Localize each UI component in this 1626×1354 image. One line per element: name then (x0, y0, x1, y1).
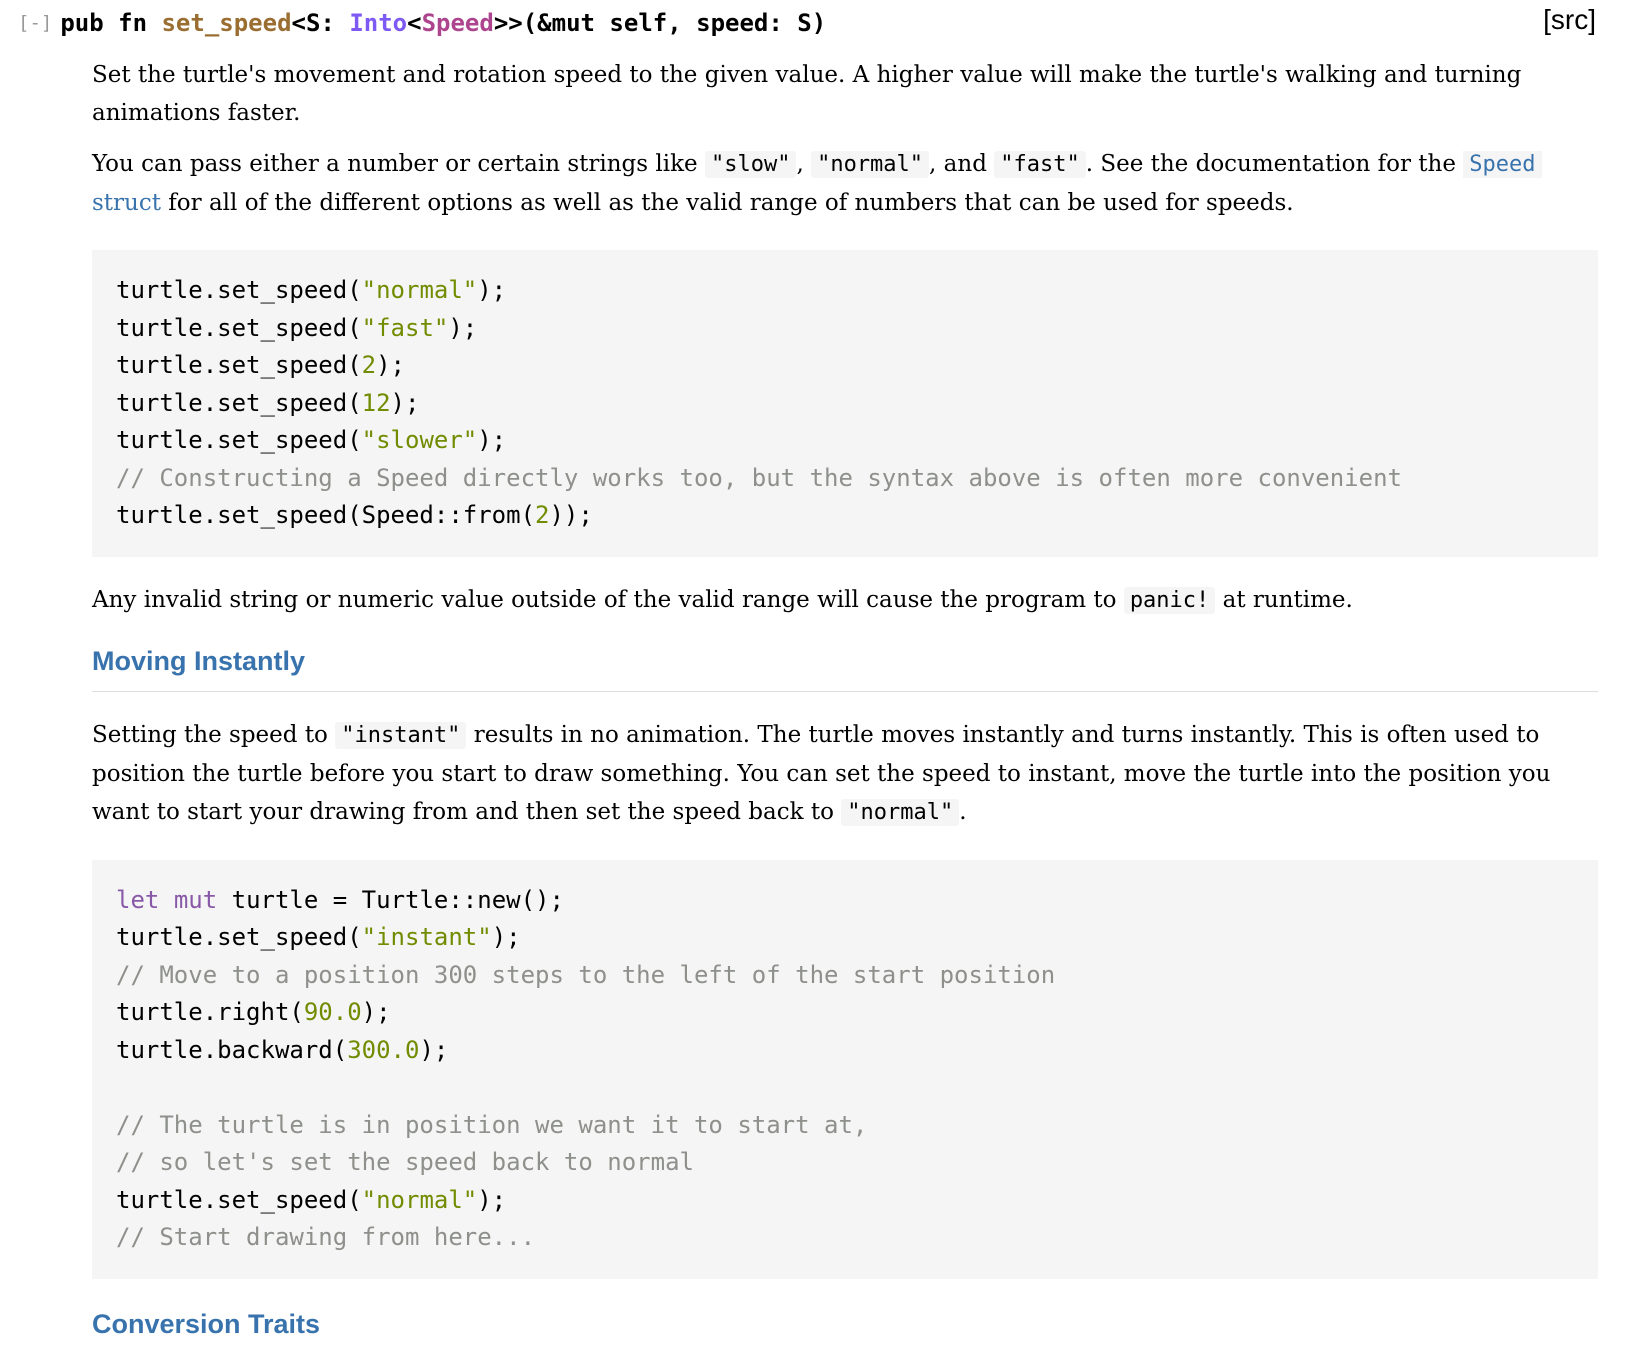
code-token: turtle.set_speed( (116, 313, 362, 342)
code-token: ); (477, 426, 507, 454)
docs-page: [-] pub fn set_speed <S: Into < Speed >>(&mut… (0, 0, 1626, 1350)
code-line: turtle.set_speed("normal"); (116, 1182, 1574, 1220)
panic-paragraph: Any invalid string or numeric value outs… (92, 581, 1598, 620)
speed-type-link[interactable]: Speed (422, 9, 494, 37)
code-token: turtle.set_speed( (116, 388, 362, 417)
inline-code-normal: "normal" (841, 798, 960, 826)
code-string: "fast" (361, 313, 449, 342)
method-signature: [-] pub fn set_speed <S: Into < Speed >>(&mut… (18, 6, 826, 40)
code-token: turtle.set_speed( (116, 1185, 362, 1214)
code-token: ); (419, 1035, 449, 1064)
code-token: ); (477, 276, 507, 304)
code-token: turtle.set_speed( (116, 923, 362, 951)
inline-code-fast: "fast" (994, 151, 1086, 178)
code-comment: // Move to a position 300 steps to the l… (116, 960, 1056, 989)
text: , (796, 151, 812, 177)
into-trait-link[interactable]: Into (349, 9, 407, 37)
code-line: // The turtle is in position we want it … (116, 1107, 1574, 1145)
code-token: ); (477, 1185, 507, 1214)
src-link[interactable]: [src] (1543, 4, 1596, 36)
code-line: // Start drawing from here... (116, 1219, 1574, 1257)
inline-code-normal: "normal" (811, 151, 930, 178)
code-token: turtle.set_speed( (116, 276, 362, 304)
collapse-toggle[interactable]: [-] (18, 12, 52, 34)
code-keyword: mut (173, 885, 218, 914)
code-line: turtle.set_speed(12); (116, 385, 1574, 423)
code-token: ); (361, 998, 391, 1026)
code-token: ); (376, 351, 405, 379)
link-text: struct (92, 190, 161, 216)
code-line: // so let's set the speed back to normal (116, 1144, 1574, 1182)
code-line: turtle.set_speed(Speed::from(2)); (116, 497, 1574, 535)
code-number: 90.0 (303, 998, 362, 1026)
code-token: turtle.set_speed( (116, 426, 362, 454)
code-token: turtle.set_speed(Speed::from( (116, 501, 536, 529)
link-code: Speed (1463, 151, 1542, 178)
code-keyword: let (116, 885, 160, 914)
method-docs: Set the turtle's movement and rotation s… (92, 56, 1598, 1354)
code-line: turtle.set_speed("slower"); (116, 422, 1574, 460)
code-line: turtle.set_speed("fast"); (116, 310, 1574, 348)
code-token: ); (448, 313, 478, 342)
text: . See the documentation for the (1085, 151, 1464, 177)
text: You can pass either a number or certain … (92, 151, 705, 177)
code-token: turtle.backward( (116, 1035, 348, 1064)
code-token: turtle.set_speed( (116, 351, 362, 379)
sig-rest: >>(&mut self, speed: S) (493, 9, 827, 37)
sig-prefix: pub fn (60, 9, 162, 37)
code-line: // Move to a position 300 steps to the l… (116, 957, 1574, 995)
code-example-speeds: turtle.set_speed("normal"); turtle.set_sp… (92, 250, 1598, 557)
text: for all of the different options as well… (160, 190, 1294, 216)
sig-generic: <S: (291, 9, 350, 37)
code-string: "instant" (361, 923, 492, 951)
inline-code-slow: "slow" (704, 151, 797, 178)
code-line: // Constructing a Speed directly works t… (116, 460, 1574, 498)
text: at runtime. (1215, 586, 1353, 613)
code-number: 2 (361, 351, 377, 379)
description-paragraph: Set the turtle's movement and rotation s… (92, 62, 1522, 126)
fn-name: set_speed (161, 9, 292, 37)
code-string: "slower" (361, 426, 478, 454)
section-heading-moving-instantly[interactable]: Moving Instantly (92, 646, 1598, 692)
code-line: turtle.set_speed(2); (116, 347, 1574, 385)
code-number: 12 (361, 388, 391, 417)
code-comment: // The turtle is in position we want it … (116, 1110, 868, 1139)
text: Setting the speed to (92, 721, 336, 748)
code-comment: // so let's set the speed back to normal (116, 1148, 694, 1176)
text: , and (929, 151, 995, 177)
code-token: turtle.right( (116, 998, 304, 1026)
code-number: 2 (535, 501, 550, 529)
code-comment: // Constructing a Speed directly works t… (116, 463, 1402, 492)
code-token: ); (390, 388, 420, 417)
speed-options-paragraph: You can pass either a number or certain … (92, 145, 1598, 222)
inline-code-instant: "instant" (335, 721, 467, 749)
code-line: turtle.set_speed("instant"); (116, 919, 1574, 957)
code-token: )); (549, 501, 593, 529)
sig-lt: < (407, 9, 422, 37)
instant-paragraph: Setting the speed to "instant" results i… (92, 716, 1598, 832)
code-line: turtle.set_speed("normal"); (116, 272, 1574, 310)
inline-code-panic: panic! (1123, 586, 1216, 614)
code-number: 300.0 (347, 1035, 420, 1064)
section-heading-conversion-traits[interactable]: Conversion Traits (92, 1309, 1598, 1354)
code-token: ); (491, 923, 521, 951)
text: . (959, 798, 967, 825)
code-example-instant: let mut turtle = Turtle::new(); turtle.se… (92, 859, 1598, 1279)
code-token: turtle = Turtle::new(); (217, 885, 564, 914)
code-comment: // Start drawing from here... (116, 1223, 536, 1251)
code-string: "normal" (361, 276, 478, 304)
text: Any invalid string or numeric value outs… (92, 586, 1124, 613)
code-line: turtle.backward(300.0); (116, 1032, 1574, 1070)
code-string: "normal" (361, 1185, 478, 1214)
code-line: turtle.right(90.0); (116, 994, 1574, 1032)
code-line: let mut turtle = Turtle::new(); (116, 882, 1574, 920)
